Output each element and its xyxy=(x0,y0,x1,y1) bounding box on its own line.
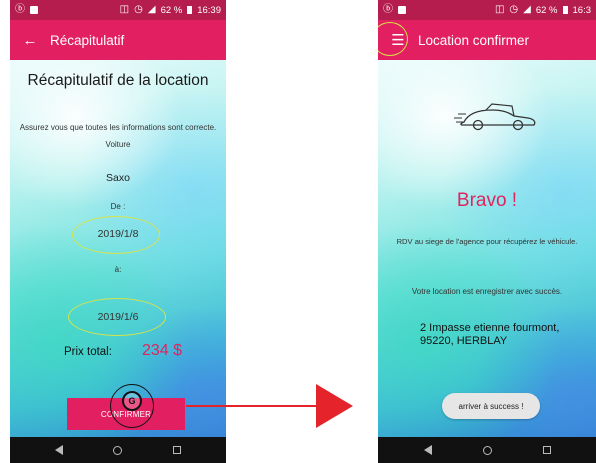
clock: 16:3 xyxy=(572,4,592,16)
status-bar: ⓑ ◫ ◷ ◢ 62 % 16:39 xyxy=(10,0,226,20)
phone-screen-summary: ⓑ ◫ ◷ ◢ 62 % 16:39 ← Récapitulatif Récap… xyxy=(10,0,226,463)
to-label: à: xyxy=(114,265,122,274)
address-line-2: 95220, HERBLAY xyxy=(420,335,508,347)
signal-icon: ◢ xyxy=(147,4,156,15)
home-circle-icon[interactable] xyxy=(482,445,492,455)
transition-arrow-line xyxy=(186,405,321,407)
from-label: De : xyxy=(110,202,126,211)
android-nav-bar xyxy=(10,437,226,463)
image-notification-icon xyxy=(30,6,38,14)
vibrate-icon: ◫ xyxy=(119,4,130,15)
back-triangle-icon[interactable] xyxy=(423,445,432,455)
battery-icon xyxy=(187,6,193,14)
touch-indicator-icon: G xyxy=(122,391,142,411)
vehicle-label: Voiture xyxy=(105,140,131,149)
success-text: Votre location est enregistrer avec succ… xyxy=(411,287,563,296)
back-triangle-icon[interactable] xyxy=(55,445,64,455)
app-bar-title: Location confirmer xyxy=(418,32,530,48)
highlight-ring-to-date xyxy=(68,298,166,336)
battery-percent: 62 % xyxy=(160,4,183,16)
phone-screen-confirmation: ⓑ ◫ ◷ ◢ 62 % 16:3 ☰ Location confirmer B… xyxy=(378,0,596,463)
transition-arrow-head xyxy=(316,384,353,428)
battery-icon xyxy=(562,6,568,14)
summary-content: Récapitulatif de la location Assurez vou… xyxy=(10,60,226,437)
status-bar: ⓑ ◫ ◷ ◢ 62 % 16:3 xyxy=(378,0,596,20)
app-bar: ☰ Location confirmer xyxy=(378,20,596,60)
alarm-icon: ◷ xyxy=(509,4,519,15)
recents-square-icon[interactable] xyxy=(542,446,551,454)
back-arrow-icon[interactable]: ← xyxy=(10,20,50,60)
app-bar-title: Récapitulatif xyxy=(50,32,125,48)
address-line-1: 2 Impasse etienne fourmont, xyxy=(420,322,560,334)
home-circle-icon[interactable] xyxy=(113,445,123,455)
app-bar: ← Récapitulatif xyxy=(10,20,226,60)
rdv-text: RDV au siege de l'agence pour récupérez … xyxy=(396,237,578,246)
android-nav-bar xyxy=(378,437,596,463)
price-label: Prix total: xyxy=(64,346,112,358)
page-title: Récapitulatif de la location xyxy=(27,72,209,89)
recents-square-icon[interactable] xyxy=(172,446,181,454)
confirmation-content: Bravo ! RDV au siege de l'agence pour ré… xyxy=(378,60,596,437)
image-notification-icon xyxy=(398,6,406,14)
price-value: 234 $ xyxy=(142,342,183,359)
comparison-stage: ⓑ ◫ ◷ ◢ 62 % 16:39 ← Récapitulatif Récap… xyxy=(0,0,596,463)
alarm-icon: ◷ xyxy=(134,4,143,15)
vibrate-icon: ◫ xyxy=(494,4,505,15)
bravo-heading: Bravo ! xyxy=(456,190,518,211)
car-icon xyxy=(454,103,536,131)
signal-icon: ◢ xyxy=(523,4,531,15)
clock: 16:39 xyxy=(197,4,221,16)
app-notification-icon: ⓑ xyxy=(383,4,393,15)
instruction-text: Assurez vous que toutes les informations… xyxy=(19,123,217,132)
app-notification-icon: ⓑ xyxy=(15,4,25,15)
battery-percent: 62 % xyxy=(535,4,558,16)
vehicle-value: Saxo xyxy=(106,172,130,184)
highlight-ring-from-date xyxy=(72,216,160,254)
toast-message: arriver à success ! xyxy=(442,393,540,419)
